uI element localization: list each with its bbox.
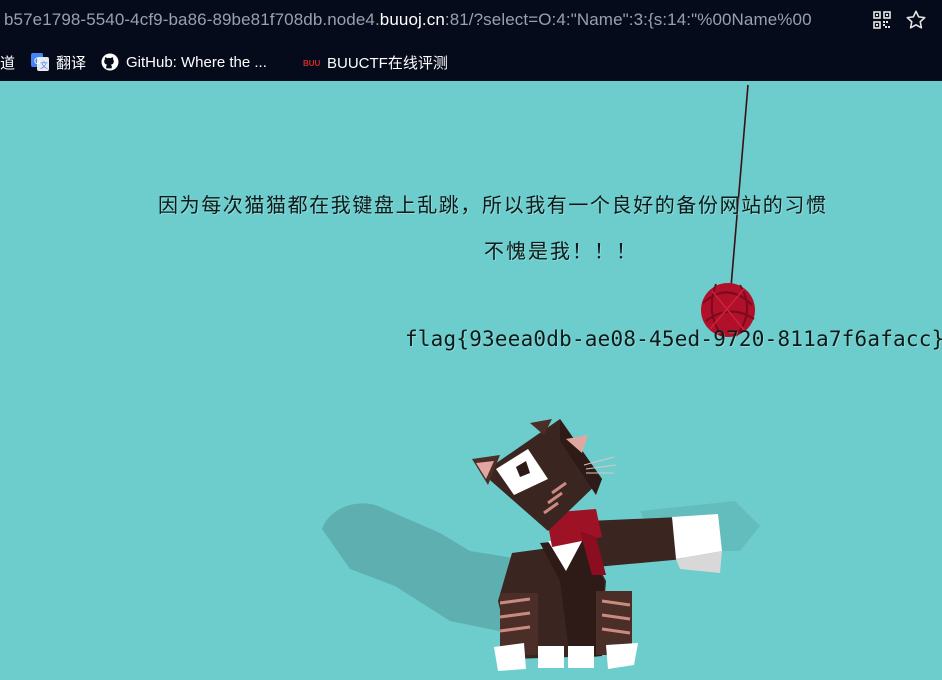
bookmark-label: BUUCTF在线评测: [327, 54, 448, 72]
bookmark-label: 道: [0, 54, 16, 72]
google-translate-icon: G 文: [31, 53, 49, 71]
url-prefix: b57e1798-5540-4cf9-ba86-89be81f708db.nod…: [4, 10, 380, 29]
cat-tail: [588, 514, 722, 573]
github-icon: [101, 53, 119, 71]
bookmarks-bar: 道 G 文 翻译 GitHub: Where the ... BUU BUUCT…: [0, 42, 942, 81]
url-host: buuoj.cn: [379, 10, 445, 29]
buuctf-icon: BUU: [303, 57, 320, 68]
url-fade: [820, 6, 868, 36]
bookmark-label: GitHub: Where the ...: [126, 53, 267, 71]
url-field[interactable]: b57e1798-5540-4cf9-ba86-89be81f708db.nod…: [4, 10, 864, 30]
message-line-2: 不愧是我！！！: [484, 239, 638, 263]
bookmark-translate[interactable]: G 文 翻译: [31, 52, 86, 72]
message-line-1: 因为每次猫猫都在我键盘上乱跳，所以我有一个良好的备份网站的习惯: [158, 193, 828, 217]
bookmark-dao[interactable]: 道: [0, 52, 15, 72]
cat-scene-illustration: [322, 84, 760, 671]
svg-text:BUU: BUU: [303, 59, 320, 68]
address-bar: b57e1798-5540-4cf9-ba86-89be81f708db.nod…: [0, 0, 942, 42]
yarn-string: [730, 84, 749, 288]
bookmark-buuctf[interactable]: BUU BUUCTF在线评测: [302, 52, 448, 72]
bookmark-star-icon[interactable]: [905, 9, 927, 31]
bookmark-label: 翻译: [56, 54, 87, 72]
svg-text:文: 文: [40, 60, 48, 70]
page-content: 因为每次猫猫都在我键盘上乱跳，所以我有一个良好的备份网站的习惯 不愧是我！！！ …: [0, 81, 942, 680]
url-rest: :81/?select=O:4:"Name":3:{s:14:"%00Name%…: [444, 10, 812, 29]
flag-text: flag{93eea0db-ae08-45ed-9720-811a7f6afac…: [405, 327, 942, 351]
bookmark-github[interactable]: GitHub: Where the ...: [101, 52, 267, 72]
qr-code-icon[interactable]: [873, 11, 891, 29]
